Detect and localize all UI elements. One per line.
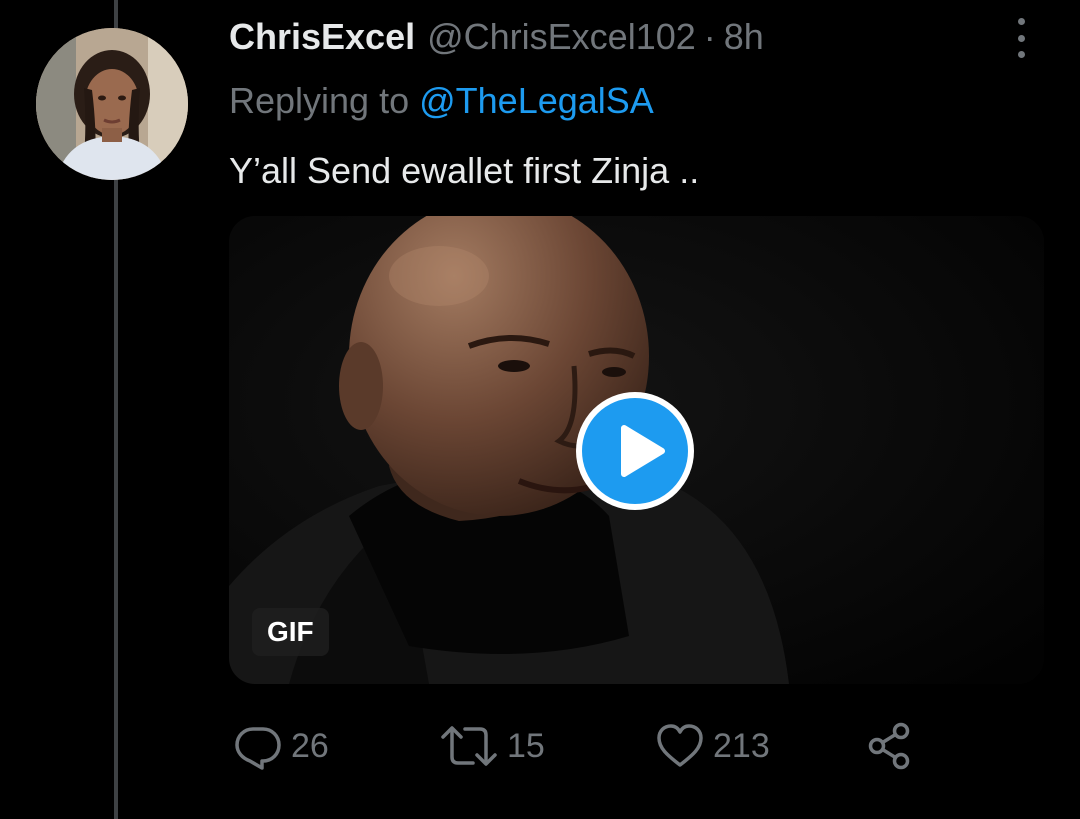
more-options-icon[interactable] — [1010, 18, 1032, 58]
retweet-count: 15 — [507, 726, 545, 765]
tweet-header: ChrisExcel @ChrisExcel102 · 8h — [229, 16, 764, 62]
reply-count: 26 — [291, 726, 329, 765]
gif-media[interactable]: GIF — [229, 216, 1044, 684]
more-dot — [1017, 18, 1025, 25]
replying-to-label: Replying to — [229, 80, 410, 121]
play-icon — [621, 425, 665, 477]
more-dot — [1017, 34, 1025, 42]
retweet-icon — [441, 726, 497, 766]
tweet-text: Y’all Send ewallet first Zinja .. — [229, 150, 700, 191]
reply-button[interactable]: 26 — [233, 718, 329, 774]
like-count: 213 — [713, 726, 770, 765]
heart-icon — [657, 724, 703, 767]
share-button[interactable] — [865, 718, 915, 774]
replying-to: Replying to @TheLegalSA — [229, 80, 654, 122]
avatar-image — [36, 28, 188, 180]
share-icon — [868, 722, 910, 770]
display-name[interactable]: ChrisExcel — [229, 16, 415, 58]
user-handle[interactable]: @ChrisExcel102 — [427, 16, 696, 58]
retweet-button[interactable]: 15 — [439, 718, 545, 774]
play-button[interactable] — [576, 392, 694, 510]
gif-badge: GIF — [252, 608, 329, 656]
reply-icon — [235, 727, 281, 770]
like-button[interactable]: 213 — [655, 718, 770, 774]
replying-to-handle-link[interactable]: @TheLegalSA — [419, 80, 654, 121]
separator-dot: · — [703, 16, 716, 57]
avatar[interactable] — [36, 28, 188, 180]
timestamp[interactable]: 8h — [724, 16, 764, 58]
tweet[interactable]: ChrisExcel @ChrisExcel102 · 8h Replying … — [0, 0, 1080, 819]
more-dot — [1017, 51, 1025, 58]
tweet-actions: 26 15 213 — [229, 718, 1044, 774]
